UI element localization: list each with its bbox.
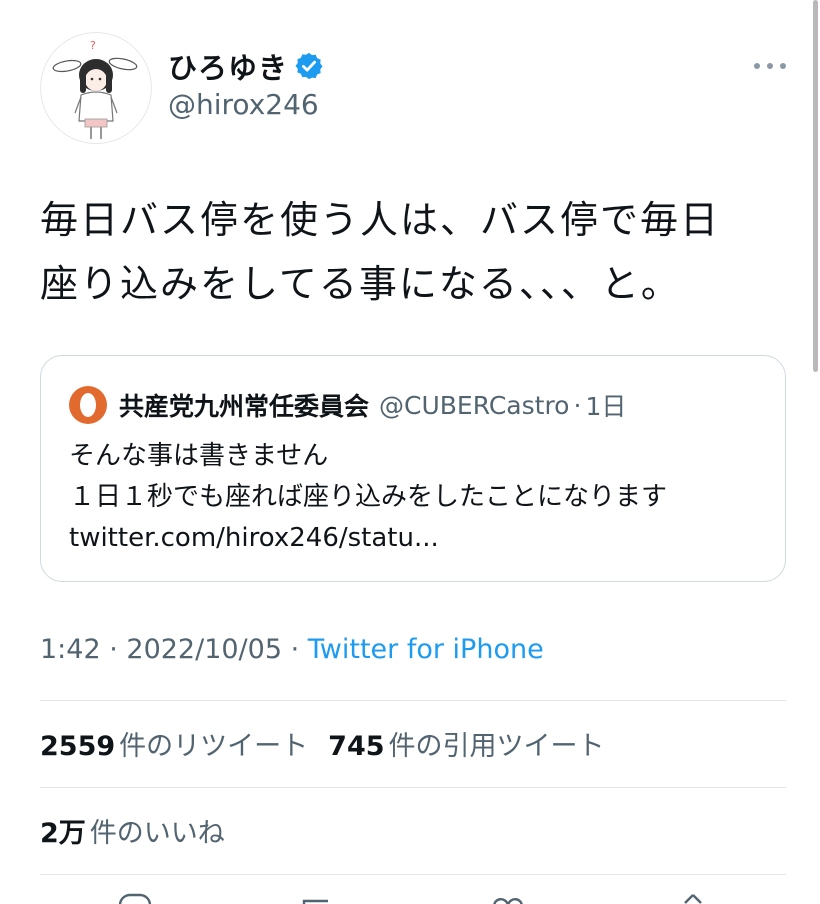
retweets-stat[interactable]: 2559 件のリツイート [40, 724, 308, 763]
quotes-count: 745 [328, 731, 385, 762]
quoted-time: 1日 [585, 392, 627, 421]
quoted-tweet-text: そんな事は書きません １日１秒でも座れば座り込みをしたことになります twitt… [69, 436, 769, 559]
author-avatar[interactable]: ? [40, 32, 152, 144]
dot [780, 63, 786, 69]
retweet-icon[interactable] [298, 893, 338, 904]
quotes-label: 件の引用ツイート [388, 731, 605, 762]
tweet-text: 毎日バス停を使う人は、バス停で毎日 座り込みをしてる事になる、、、と。 [40, 188, 790, 316]
retweets-label: 件のリツイート [119, 731, 309, 762]
divider [40, 874, 786, 875]
author-name-row[interactable]: ひろゆき [168, 46, 324, 86]
likes-stat[interactable]: 2万 件のいいね [40, 811, 225, 850]
dot [754, 63, 760, 69]
engagement-stats-row: 2559 件のリツイート 745 件の引用ツイート [40, 724, 625, 763]
quoted-tweet-card[interactable]: 共産党九州常任委員会 @CUBERCastro · 1日 そんな事は書きません … [40, 355, 786, 582]
likes-count: 2万 [40, 818, 86, 849]
tweet-meta: 1:42 · 2022/10/05 · Twitter for iPhone [40, 634, 544, 665]
tweet-time[interactable]: 1:42 [40, 634, 101, 665]
quoted-text-line: そんな事は書きません [69, 441, 329, 471]
likes-stats-row: 2万 件のいいね [40, 811, 245, 850]
retweets-count: 2559 [40, 731, 116, 762]
svg-text:?: ? [90, 39, 96, 52]
bunny-girl-avatar-icon: ? [52, 39, 138, 139]
tweet-source-link[interactable]: Twitter for iPhone [308, 634, 544, 665]
divider [40, 700, 786, 701]
tweet-date[interactable]: 2022/10/05 [126, 634, 282, 665]
scrollbar[interactable] [813, 0, 818, 372]
quoted-separator: · [573, 390, 582, 420]
dot [767, 63, 773, 69]
more-dots-icon[interactable] [754, 54, 786, 78]
likes-label: 件のいいね [89, 818, 225, 849]
quoted-text-line: １日１秒でも座れば座り込みをしたことになります [69, 482, 668, 512]
like-icon[interactable] [490, 893, 526, 904]
meta-separator: · [282, 634, 308, 665]
quoted-handle: @CUBERCastro [379, 390, 570, 420]
share-icon[interactable] [676, 893, 710, 904]
quotes-stat[interactable]: 745 件の引用ツイート [328, 724, 604, 763]
reply-icon[interactable] [118, 893, 152, 904]
verified-badge-icon [295, 52, 323, 80]
tweet-text-line: 座り込みをしてる事になる、、、と。 [40, 262, 681, 306]
quoted-link: twitter.com/hirox246/statu... [69, 523, 439, 553]
author-handle[interactable]: @hirox246 [168, 88, 319, 121]
quoted-display-name: 共産党九州常任委員会 [119, 392, 370, 421]
quoted-tweet-header: 共産党九州常任委員会 @CUBERCastro · 1日 [69, 386, 626, 424]
divider [40, 787, 786, 788]
author-display-name[interactable]: ひろゆき [168, 45, 288, 87]
orange-circle-avatar-icon [69, 386, 107, 424]
meta-separator: · [100, 634, 127, 665]
tweet-text-line: 毎日バス停を使う人は、バス停で毎日 [40, 198, 721, 242]
